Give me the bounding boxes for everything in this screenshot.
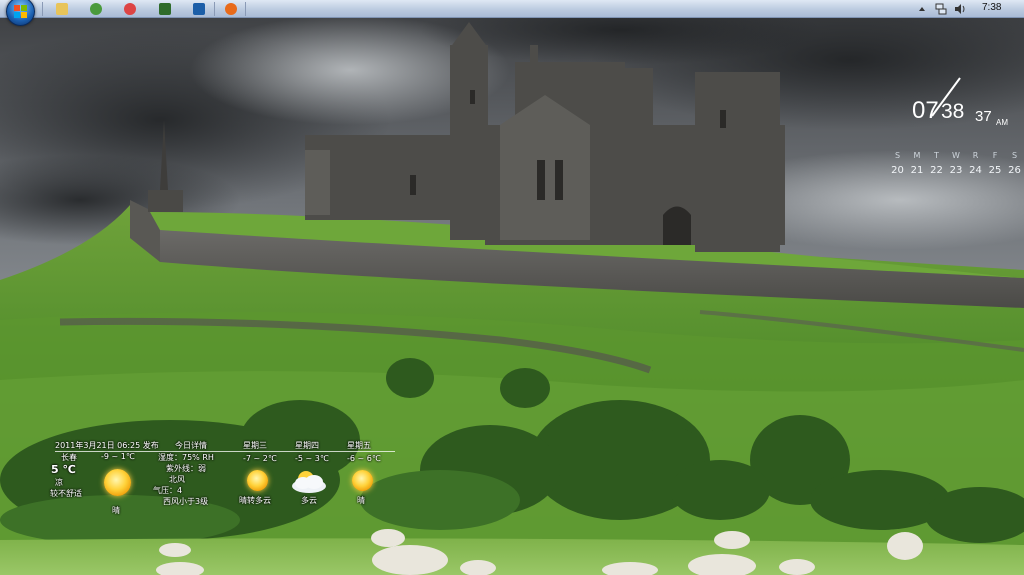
clock-ampm: AM <box>996 118 1008 127</box>
forecast-temp-range: -6 ~ 6℃ <box>347 454 381 463</box>
firefox-icon[interactable] <box>225 3 237 15</box>
sun-icon <box>247 470 268 491</box>
weather-uv: 紫外线：弱 <box>166 464 206 473</box>
weather-wind-direction: 北风 <box>169 475 185 484</box>
weather-comfort: 较不舒适 <box>50 489 82 498</box>
windows-logo-icon <box>14 5 27 18</box>
forecast-condition: 晴 <box>357 496 365 505</box>
calendar-date[interactable]: 25 <box>986 165 1005 176</box>
today-condition: 晴 <box>112 506 120 515</box>
weather-feel: 凉 <box>55 478 63 487</box>
chrome-green-app-icon[interactable] <box>90 3 102 15</box>
forecast-temp-range: -5 ~ 3℃ <box>295 454 329 463</box>
calendar-date[interactable]: 22 <box>927 165 946 176</box>
calendar-date[interactable]: 20 <box>888 165 907 176</box>
calendar-dates: 20 21 22 23 24 25 26 <box>888 165 1024 176</box>
calendar-date[interactable]: 24 <box>966 165 985 176</box>
clock-second: 37 <box>975 108 992 125</box>
sun-icon <box>104 469 131 496</box>
weather-gadget[interactable]: 2011年3月21日 06:25 发布 今日详情 星期三 星期四 星期五 长春 … <box>45 437 400 517</box>
show-hidden-icons-icon[interactable] <box>918 4 926 14</box>
weather-updated-time: 2011年3月21日 06:25 发布 <box>55 441 159 450</box>
sun-icon <box>352 470 373 491</box>
taskbar-separator <box>245 2 246 16</box>
calendar-weekday: T <box>934 151 939 160</box>
calendar-weekday: R <box>972 151 979 160</box>
weather-wind: 西风小于3级 <box>163 497 209 506</box>
taskbar-clock[interactable]: 7:38 <box>982 2 1001 13</box>
clock-minute: 38 <box>941 100 965 123</box>
forecast-day: 星期五 <box>347 441 371 450</box>
clock-gadget[interactable]: 07 38 37 AM S M T W R F S 20 21 22 23 24… <box>880 70 1024 180</box>
taskbar-separator <box>42 2 43 16</box>
weather-city[interactable]: 长春 <box>61 452 77 463</box>
calendar-date[interactable]: 21 <box>908 165 927 176</box>
forecast-day: 星期四 <box>295 441 319 450</box>
calendar-weekday: M <box>913 151 921 160</box>
windows-explorer-icon[interactable] <box>56 3 68 15</box>
forecast-day: 星期三 <box>243 441 267 450</box>
weather-pressure: 气压：4 <box>153 486 183 495</box>
forecast-temp-range: -7 ~ 2℃ <box>243 454 277 463</box>
calendar-date[interactable]: 26 <box>1005 165 1024 176</box>
volume-icon[interactable] <box>954 3 966 15</box>
photoshop-icon[interactable] <box>193 3 205 15</box>
calendar-weekday: S <box>1011 151 1018 160</box>
chrome-icon[interactable] <box>124 3 136 15</box>
calendar-weekday: W <box>952 151 960 160</box>
today-temp-range: -9 ~ 1℃ <box>101 452 135 461</box>
calendar-weekdays: S M T W R F S <box>888 151 1024 160</box>
cloudy-icon <box>292 471 326 493</box>
taskbar: 7:38 <box>0 0 1024 26</box>
dreamweaver-icon[interactable] <box>159 3 171 15</box>
weather-humidity: 湿度：75% RH <box>158 453 214 462</box>
network-icon[interactable] <box>935 3 947 15</box>
weather-current-temp: 5 ℃ <box>51 463 76 476</box>
weather-details-title: 今日详情 <box>175 441 207 450</box>
forecast-condition: 多云 <box>301 496 317 505</box>
calendar-weekday: F <box>992 151 998 160</box>
clock-hour: 07 <box>912 97 939 124</box>
calendar-date[interactable]: 23 <box>947 165 966 176</box>
forecast-condition: 晴转多云 <box>239 496 271 505</box>
calendar-weekday: S <box>894 151 901 160</box>
taskbar-separator <box>214 2 215 16</box>
